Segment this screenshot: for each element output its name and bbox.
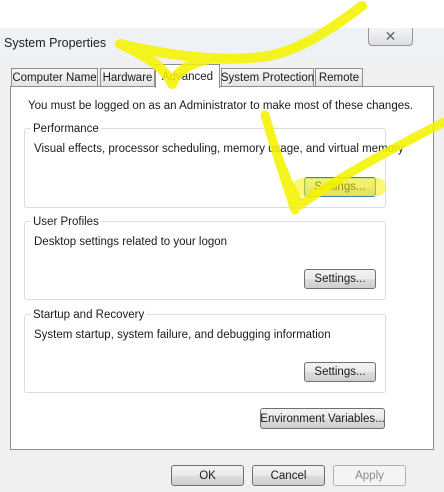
tab-remote[interactable]: Remote	[315, 68, 363, 86]
startup-recovery-description: System startup, system failure, and debu…	[34, 329, 331, 341]
close-button[interactable]: ✕	[368, 28, 413, 46]
user-profiles-settings-button[interactable]: Settings...	[304, 269, 376, 289]
tab-system-protection[interactable]: System Protection	[221, 68, 314, 86]
cancel-button[interactable]: Cancel	[252, 465, 325, 486]
window-title: System Properties	[4, 36, 107, 50]
startup-recovery-legend: Startup and Recovery	[31, 309, 147, 321]
startup-recovery-settings-button[interactable]: Settings...	[304, 362, 376, 382]
performance-description: Visual effects, processor scheduling, me…	[34, 143, 404, 155]
user-profiles-description: Desktop settings related to your logon	[34, 236, 228, 248]
tab-hardware[interactable]: Hardware	[100, 68, 155, 86]
apply-button[interactable]: Apply	[333, 465, 406, 486]
tab-advanced[interactable]: Advanced	[155, 64, 220, 88]
close-icon: ✕	[384, 28, 397, 44]
performance-settings-button[interactable]: Settings...	[304, 177, 376, 197]
tab-computer-name[interactable]: Computer Name	[11, 68, 98, 86]
ok-button[interactable]: OK	[171, 465, 244, 486]
performance-legend: Performance	[31, 123, 101, 135]
admin-notice: You must be logged on as an Administrato…	[28, 100, 414, 112]
environment-variables-button[interactable]: Environment Variables...	[260, 408, 385, 429]
user-profiles-legend: User Profiles	[31, 216, 101, 228]
